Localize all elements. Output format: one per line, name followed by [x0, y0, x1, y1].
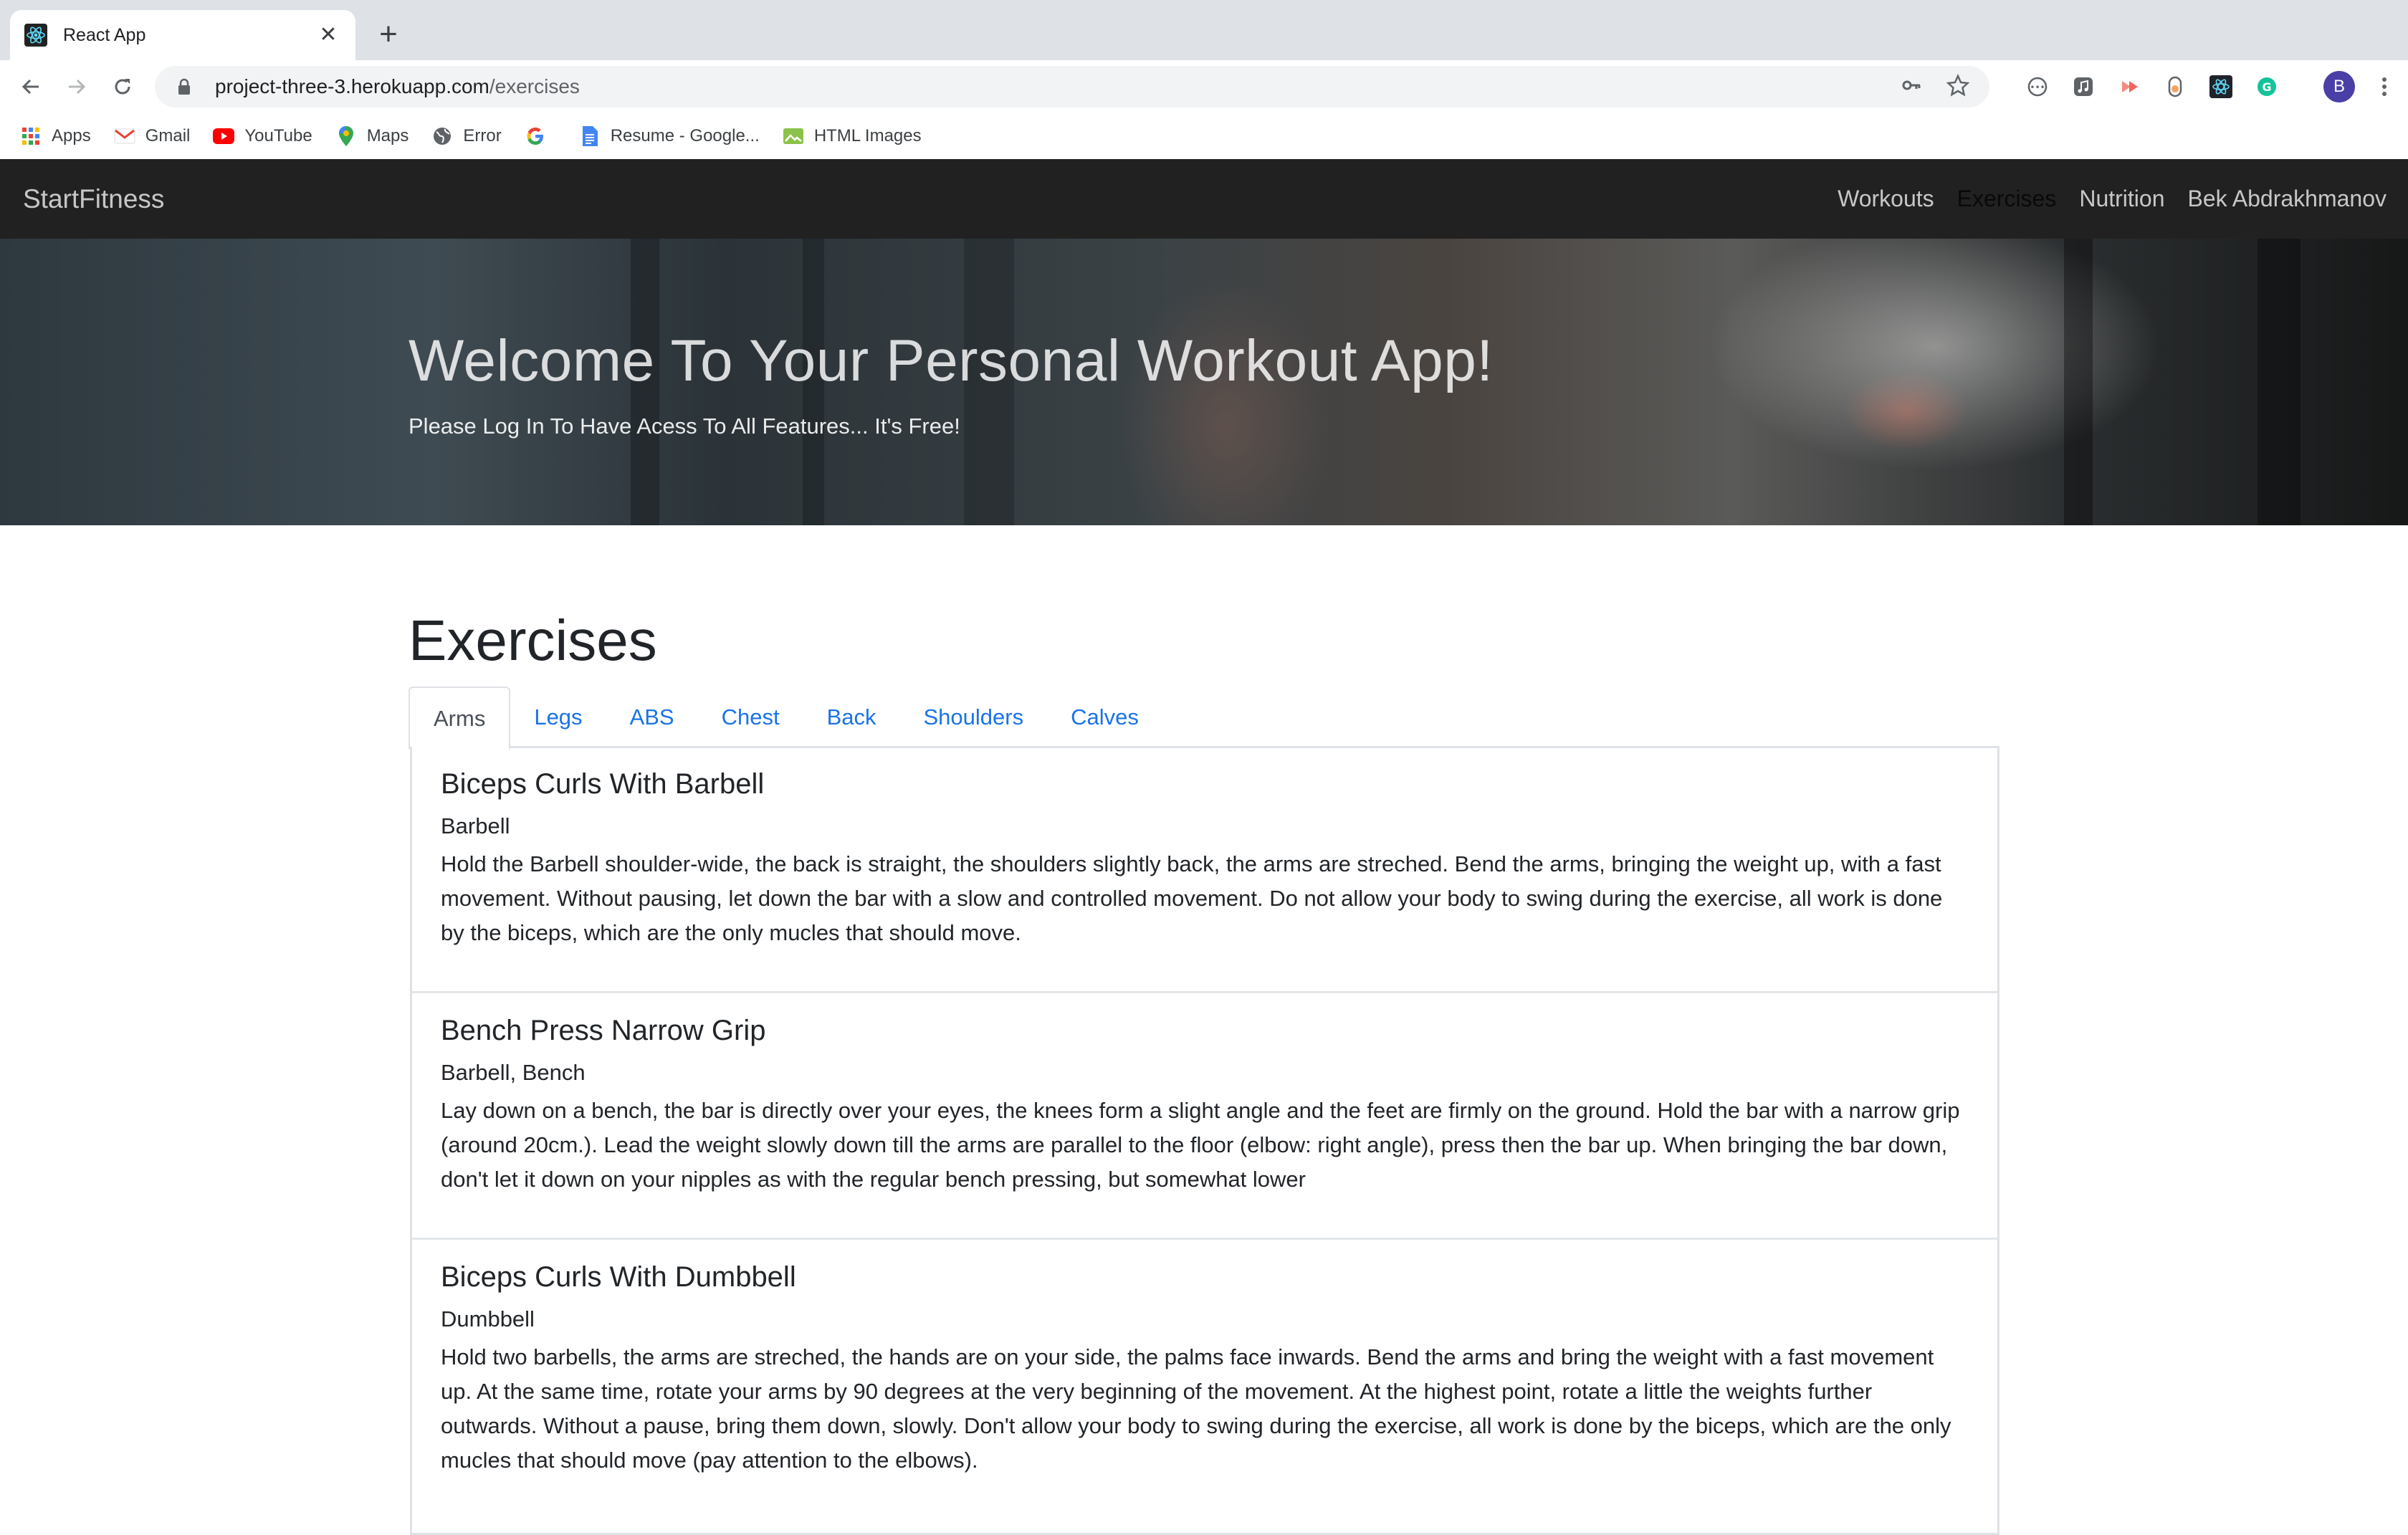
- google-docs-icon: [579, 125, 601, 147]
- bookmark-label: Gmail: [145, 126, 191, 145]
- tab-back[interactable]: Back: [803, 687, 900, 748]
- tab-calves[interactable]: Calves: [1047, 687, 1162, 748]
- exercise-name: Biceps Curls With Barbell: [441, 768, 765, 800]
- nav-link-user[interactable]: Bek Abdrakhmanov: [2188, 186, 2387, 212]
- brand-link[interactable]: StartFitness: [23, 159, 164, 239]
- address-bar[interactable]: project-three-3.herokuapp.com/exercises: [155, 66, 1989, 107]
- nav-link-exercises[interactable]: Exercises: [1957, 186, 2057, 212]
- react-icon: [24, 24, 47, 47]
- gmail-icon: [114, 125, 135, 147]
- exercise-description: Hold two barbells, the arms are streched…: [441, 1344, 1951, 1473]
- google-icon: [525, 125, 546, 147]
- svg-text:•••: •••: [2030, 82, 2045, 92]
- bookmark-label: Error: [463, 126, 502, 145]
- hero-subtitle: Please Log In To Have Acess To All Featu…: [408, 413, 960, 439]
- globe-icon: [431, 125, 453, 147]
- extension-icon[interactable]: •••: [2021, 70, 2054, 103]
- tab-title: React App: [63, 24, 146, 45]
- browser-tab[interactable]: React App ✕: [10, 10, 355, 60]
- toolbar-divider: [2296, 70, 2311, 103]
- exercise-equipment: Barbell, Bench: [441, 1060, 586, 1085]
- hero-background-shape: [2258, 239, 2300, 525]
- browser-tab-strip: React App ✕ +: [0, 0, 2408, 60]
- nav-links: Workouts Exercises Nutrition Bek Abdrakh…: [1838, 159, 2386, 239]
- bookmark-label: Apps: [52, 126, 91, 145]
- apps-grid-icon: [20, 125, 42, 147]
- tab-legs[interactable]: Legs: [510, 687, 606, 748]
- tab-abs[interactable]: ABS: [606, 687, 698, 748]
- bookmark-maps[interactable]: Maps: [335, 125, 409, 147]
- bookmark-label: Resume - Google...: [610, 126, 760, 145]
- back-arrow-icon[interactable]: [14, 70, 47, 103]
- bookmark-google[interactable]: [525, 125, 556, 147]
- tab-arms[interactable]: Arms: [408, 687, 511, 750]
- page-title: Exercises: [408, 608, 657, 672]
- react-devtools-icon[interactable]: [2204, 70, 2237, 103]
- exercise-name: Biceps Curls With Dumbbell: [441, 1261, 796, 1293]
- lock-icon[interactable]: [175, 77, 194, 96]
- honey-extension-icon[interactable]: [2159, 70, 2192, 103]
- list-item: Bench Press Narrow Grip Barbell, Bench L…: [412, 993, 1997, 1240]
- bookmark-gmail[interactable]: Gmail: [114, 125, 191, 147]
- bookmark-html-images[interactable]: HTML Images: [783, 125, 922, 147]
- bookmark-label: YouTube: [244, 126, 312, 145]
- bookmark-label: Maps: [366, 126, 409, 145]
- maps-pin-icon: [335, 125, 357, 147]
- tab-chest[interactable]: Chest: [698, 687, 803, 748]
- browser-toolbar: project-three-3.herokuapp.com/exercises …: [0, 60, 2408, 113]
- menu-dots-icon[interactable]: [2368, 70, 2401, 103]
- nav-link-nutrition[interactable]: Nutrition: [2079, 186, 2164, 212]
- list-item: Biceps Curls With Barbell Barbell Hold t…: [412, 747, 1997, 993]
- exercise-name: Bench Press Narrow Grip: [441, 1015, 766, 1046]
- star-icon[interactable]: [1946, 73, 1970, 100]
- music-extension-icon[interactable]: [2067, 70, 2100, 103]
- record-extension-icon[interactable]: [2113, 70, 2146, 103]
- exercise-category-tabs: Arms Legs ABS Chest Back Shoulders Calve…: [408, 687, 2000, 750]
- nav-link-workouts[interactable]: Workouts: [1838, 186, 1934, 212]
- exercise-equipment: Barbell: [441, 813, 510, 838]
- hero-background-shape: [2064, 239, 2093, 525]
- hero-title: Welcome To Your Personal Workout App!: [408, 328, 1494, 393]
- close-tab-icon[interactable]: ✕: [315, 22, 341, 48]
- hero-banner: Welcome To Your Personal Workout App! Pl…: [0, 239, 2408, 525]
- image-icon: [783, 125, 804, 147]
- list-item: Biceps Curls With Dumbbell Dumbbell Hold…: [412, 1240, 1997, 1478]
- reload-icon[interactable]: [106, 70, 139, 103]
- forward-arrow-icon[interactable]: [60, 70, 93, 103]
- exercise-description: Lay down on a bench, the bar is directly…: [441, 1098, 1960, 1192]
- app-navbar: StartFitness Workouts Exercises Nutritio…: [0, 159, 2408, 239]
- bookmark-resume[interactable]: Resume - Google...: [579, 125, 760, 147]
- exercise-equipment: Dumbbell: [441, 1306, 535, 1331]
- bookmark-error[interactable]: Error: [431, 125, 502, 147]
- bookmarks-bar: Apps Gmail YouTube Maps Error Resume - G…: [0, 113, 2408, 159]
- bookmark-youtube[interactable]: YouTube: [213, 125, 312, 147]
- url-path: /exercises: [489, 75, 580, 97]
- new-tab-icon[interactable]: +: [373, 19, 404, 50]
- url-host: project-three-3.herokuapp.com: [215, 75, 489, 97]
- key-icon[interactable]: [1901, 75, 1922, 100]
- exercise-description: Hold the Barbell shoulder-wide, the back…: [441, 851, 1943, 945]
- youtube-icon: [213, 125, 235, 147]
- exercise-list: Biceps Curls With Barbell Barbell Hold t…: [410, 747, 2000, 1535]
- grammarly-icon[interactable]: G: [2250, 70, 2283, 103]
- profile-avatar[interactable]: B: [2323, 71, 2355, 102]
- bookmark-apps[interactable]: Apps: [20, 125, 91, 147]
- tab-shoulders[interactable]: Shoulders: [900, 687, 1048, 748]
- svg-text:G: G: [2262, 80, 2271, 94]
- bookmark-label: HTML Images: [813, 126, 922, 145]
